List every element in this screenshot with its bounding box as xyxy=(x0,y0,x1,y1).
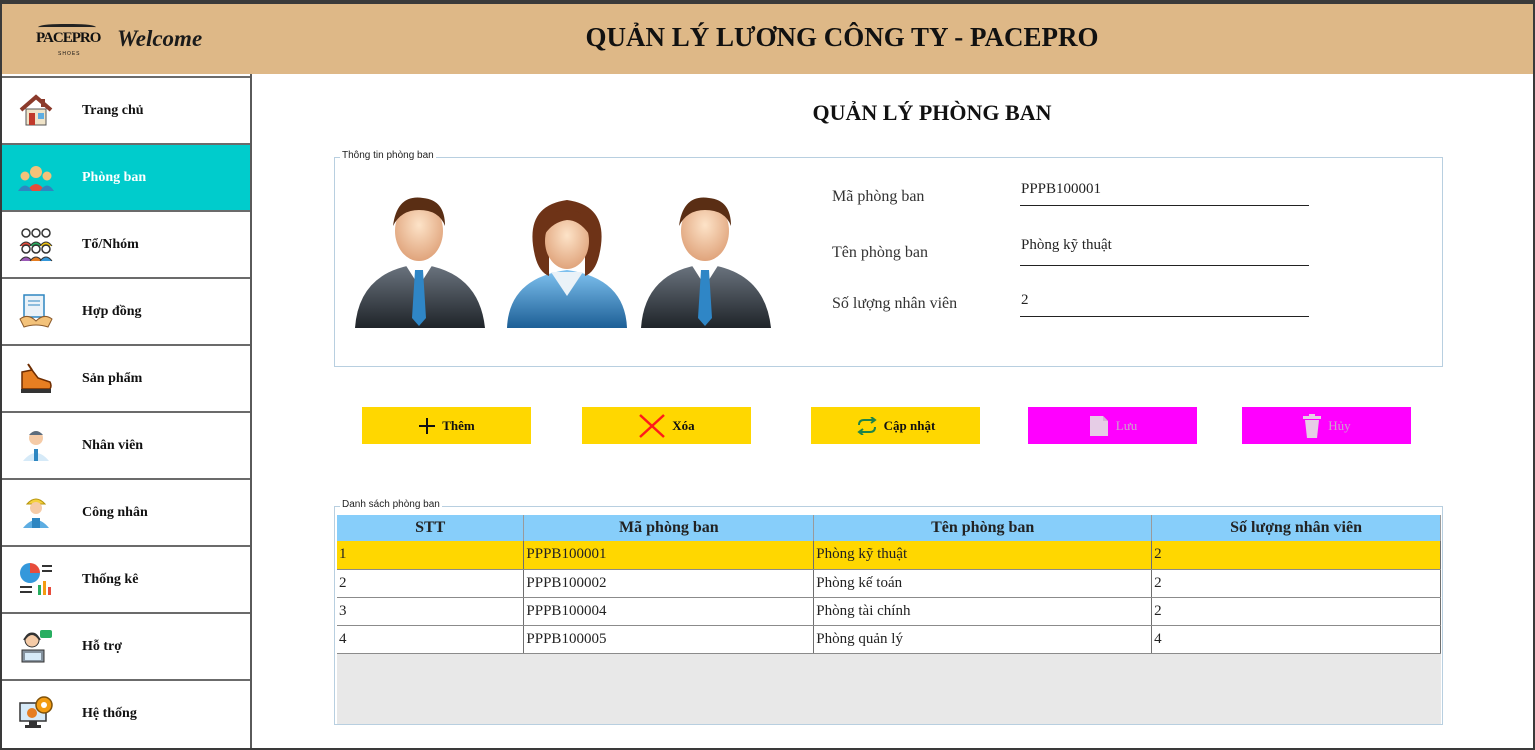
chart-icon xyxy=(20,563,52,595)
sidebar: Trang chủ Phòng ban Tổ/Nhóm Hợp đồng Sản… xyxy=(2,74,252,748)
welcome-text: Welcome xyxy=(117,26,203,51)
column-header-so-luong[interactable]: Số lượng nhân viên xyxy=(1151,515,1441,541)
table-cell: Phòng kế toán xyxy=(813,569,1153,598)
settings-icon xyxy=(19,696,53,728)
app-window: PACEPRO SHOES Welcome QUẢN LÝ LƯƠNG CÔNG… xyxy=(0,0,1535,750)
worker-icon xyxy=(23,498,49,528)
table-cell: 3 xyxy=(337,597,525,626)
table-cell: Phòng quản lý xyxy=(813,625,1153,654)
table-cell: Phòng kỹ thuật xyxy=(813,541,1153,570)
logo-text: PACEPRO xyxy=(36,30,101,46)
support-icon xyxy=(21,630,52,663)
sidebar-item-hop-dong[interactable]: Hợp đồng xyxy=(2,277,250,344)
document-icon xyxy=(1089,415,1108,436)
sidebar-item-label: Hệ thống xyxy=(82,706,137,721)
table-cell: 1 xyxy=(337,541,525,570)
refresh-icon xyxy=(856,416,877,435)
sidebar-item-trang-chu[interactable]: Trang chủ xyxy=(2,76,250,143)
update-button-label: Cập nhật xyxy=(883,417,936,433)
trash-icon xyxy=(1303,413,1322,438)
employee-count-field[interactable]: 2 xyxy=(1020,291,1309,317)
delete-button-label: Xóa xyxy=(672,417,695,433)
table-cell: 2 xyxy=(1151,597,1441,626)
close-icon xyxy=(639,413,666,438)
table-header-row: STT Mã phòng ban Tên phòng ban Số lượng … xyxy=(337,515,1441,541)
list-group-legend: Danh sách phòng ban xyxy=(340,499,442,510)
table-row[interactable]: 1 PPPB100001 Phòng kỹ thuật 2 xyxy=(337,541,1441,570)
header-bar: PACEPRO SHOES Welcome QUẢN LÝ LƯƠNG CÔNG… xyxy=(2,4,1533,74)
sidebar-item-nhan-vien[interactable]: Nhân viên xyxy=(2,411,250,478)
department-name-label: Tên phòng ban xyxy=(832,244,928,261)
table-empty-area xyxy=(337,654,1441,724)
table-cell: PPPB100004 xyxy=(523,597,815,626)
department-code-label: Mã phòng ban xyxy=(832,188,925,205)
table-row[interactable]: 2 PPPB100002 Phòng kế toán 2 xyxy=(337,569,1441,598)
cancel-button[interactable]: Hủy xyxy=(1242,407,1411,444)
department-code-field[interactable]: PPPB100001 xyxy=(1020,180,1309,206)
pacepro-logo: PACEPRO SHOES xyxy=(36,24,101,64)
sidebar-item-label: Nhân viên xyxy=(82,438,144,453)
update-button[interactable]: Cập nhật xyxy=(811,407,980,444)
table-cell: PPPB100005 xyxy=(523,625,815,654)
page-title: QUẢN LÝ PHÒNG BAN xyxy=(812,100,1052,125)
contract-icon xyxy=(19,294,53,328)
department-table: STT Mã phòng ban Tên phòng ban Số lượng … xyxy=(337,515,1441,654)
table-cell: 2 xyxy=(1151,541,1441,570)
sidebar-item-label: Sản phẩm xyxy=(82,371,143,386)
cancel-button-label: Hủy xyxy=(1328,417,1351,433)
table-cell: Phòng tài chính xyxy=(813,597,1153,626)
sidebar-item-label: Phòng ban xyxy=(82,170,147,185)
sidebar-item-thong-ke[interactable]: Thống kê xyxy=(2,545,250,612)
save-button[interactable]: Lưu xyxy=(1028,407,1197,444)
table-cell: PPPB100001 xyxy=(523,541,815,570)
sidebar-item-ho-tro[interactable]: Hỗ trợ xyxy=(2,612,250,679)
sidebar-item-label: Hợp đồng xyxy=(82,304,142,319)
column-header-ma[interactable]: Mã phòng ban xyxy=(523,515,815,541)
logo-subtext: SHOES xyxy=(58,51,81,57)
plus-icon xyxy=(419,417,436,434)
info-group-legend: Thông tin phòng ban xyxy=(340,150,436,161)
team-icon xyxy=(18,166,54,191)
employee-icon xyxy=(23,431,49,461)
group-icon xyxy=(19,228,53,262)
employee-count-label: Số lượng nhân viên xyxy=(832,295,958,312)
table-row[interactable]: 4 PPPB100005 Phòng quản lý 4 xyxy=(337,625,1441,654)
sidebar-item-cong-nhan[interactable]: Công nhân xyxy=(2,478,250,545)
sidebar-item-label: Trang chủ xyxy=(82,103,144,118)
table-cell: PPPB100002 xyxy=(523,569,815,598)
sidebar-item-label: Công nhân xyxy=(82,505,148,520)
department-list-group: Danh sách phòng ban STT Mã phòng ban Tên… xyxy=(334,499,1443,725)
employees-illustration xyxy=(355,197,771,328)
shoe-icon xyxy=(21,363,52,393)
table-cell: 2 xyxy=(1151,569,1441,598)
sidebar-item-label: Hỗ trợ xyxy=(82,639,123,654)
column-header-stt[interactable]: STT xyxy=(337,515,525,541)
add-button-label: Thêm xyxy=(442,417,475,433)
table-row[interactable]: 3 PPPB100004 Phòng tài chính 2 xyxy=(337,597,1441,626)
table-cell: 4 xyxy=(337,625,525,654)
save-button-label: Lưu xyxy=(1115,417,1138,433)
add-button[interactable]: Thêm xyxy=(362,407,531,444)
sidebar-item-label: Tổ/Nhóm xyxy=(82,237,139,252)
sidebar-item-san-pham[interactable]: Sản phẩm xyxy=(2,344,250,411)
table-cell: 4 xyxy=(1151,625,1441,654)
house-icon xyxy=(19,94,53,126)
delete-button[interactable]: Xóa xyxy=(582,407,751,444)
column-header-ten[interactable]: Tên phòng ban xyxy=(813,515,1153,541)
table-cell: 2 xyxy=(337,569,525,598)
department-name-field[interactable]: Phòng kỹ thuật xyxy=(1020,236,1309,266)
sidebar-item-he-thong[interactable]: Hệ thống xyxy=(2,679,250,746)
app-title: QUẢN LÝ LƯƠNG CÔNG TY - PACEPRO xyxy=(585,22,1099,52)
sidebar-item-label: Thống kê xyxy=(82,572,139,587)
sidebar-item-phong-ban[interactable]: Phòng ban xyxy=(2,143,250,210)
sidebar-item-to-nhom[interactable]: Tổ/Nhóm xyxy=(2,210,250,277)
